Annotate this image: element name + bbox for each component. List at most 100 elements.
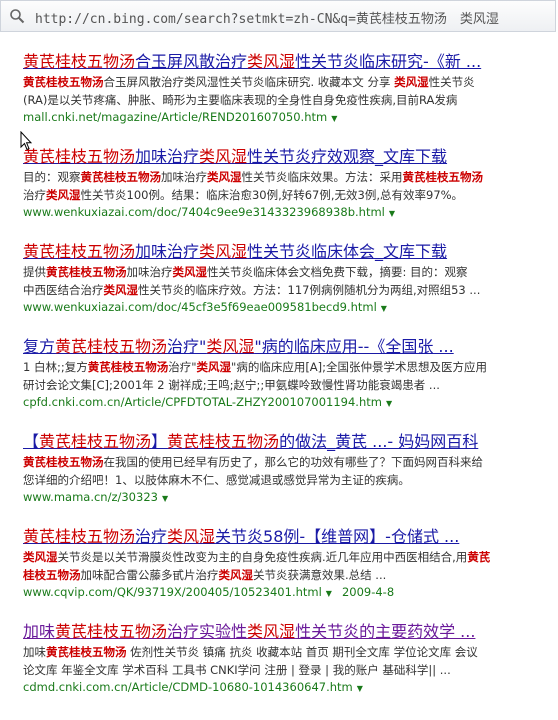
search-result: 加味黄芪桂枝五物汤治疗实验性类风湿性关节炎的主要药效学 ... 加味黄芪桂枝五物汤… bbox=[23, 621, 553, 697]
search-result: 黄芪桂枝五物汤加味治疗类风湿性关节炎疗效观察_文库下载 目的：观察黄芪桂枝五物汤加… bbox=[23, 146, 553, 222]
result-title: 黄芪桂枝五物汤合玉屏风散治疗类风湿性关节炎临床研究-《新 ... bbox=[23, 51, 535, 73]
result-title-link[interactable]: 加味黄芪桂枝五物汤治疗实验性类风湿性关节炎的主要药效学 ... bbox=[23, 622, 475, 641]
highlight-keyword: 类风湿 bbox=[103, 283, 139, 297]
result-snippet: 研讨会论文集[C];2001年 2 谢祥成;王鸣;赵宁;;甲氨蝶呤致慢性肾功能衰… bbox=[23, 377, 543, 394]
snippet-text: (RA)是以关节疼痛、肿胀、畸形为主要临床表现的全身性自身免疫性疾病,目前RA发… bbox=[23, 93, 458, 107]
highlight-keyword: 类风湿 bbox=[218, 568, 254, 582]
search-result: 复方黄芪桂枝五物汤治疗"类风湿"病的临床应用--《全国张 ... 1 白林;;复方… bbox=[23, 336, 553, 412]
result-title-link[interactable]: 复方黄芪桂枝五物汤治疗"类风湿"病的临床应用--《全国张 ... bbox=[23, 337, 454, 356]
dropdown-arrow-icon[interactable]: ▼ bbox=[326, 589, 332, 598]
dropdown-arrow-icon[interactable]: ▼ bbox=[331, 114, 337, 123]
snippet-text: "病的临床应用[A];全国张仲景学术思想及医方应用 bbox=[231, 360, 488, 374]
highlight-keyword: 黄芪桂枝五物汤 bbox=[23, 52, 136, 71]
snippet-text: 治疗" bbox=[168, 360, 197, 374]
title-text: 】 bbox=[151, 432, 168, 451]
result-title-link[interactable]: 黄芪桂枝五物汤合玉屏风散治疗类风湿性关节炎临床研究-《新 ... bbox=[23, 52, 481, 71]
snippet-text: 加味配合雷公藤多甙片治疗 bbox=[80, 568, 219, 582]
highlight-keyword: 类风湿 bbox=[172, 265, 208, 279]
title-text: 合玉屏风散治疗 bbox=[135, 52, 248, 71]
title-text: 治疗实验性 bbox=[167, 622, 248, 641]
result-snippet: 目的：观察黄芪桂枝五物汤加味治疗类风湿性关节炎临床效果。方法：采用黄芪桂枝五物汤 bbox=[23, 169, 543, 186]
result-title: 复方黄芪桂枝五物汤治疗"类风湿"病的临床应用--《全国张 ... bbox=[23, 336, 535, 358]
result-snippet: 中西医结合治疗类风湿性关节炎的临床疗效。方法：117例病例随机分为两组,对照组5… bbox=[23, 282, 543, 299]
mouse-cursor-icon bbox=[20, 131, 32, 151]
search-result: 黄芪桂枝五物汤加味治疗类风湿性关节炎临床体会_文库下载 提供黄芪桂枝五物汤加味治疗… bbox=[23, 241, 553, 317]
result-title-link[interactable]: 【黄芪桂枝五物汤】黄芪桂枝五物汤的做法_黄芪 ...- 妈妈网百科 bbox=[23, 432, 478, 451]
title-text: 性关节炎疗效观察_文库下载 bbox=[247, 147, 448, 166]
result-title: 【黄芪桂枝五物汤】黄芪桂枝五物汤的做法_黄芪 ...- 妈妈网百科 bbox=[23, 431, 535, 453]
highlight-keyword: 黄芪桂枝五物汤 bbox=[55, 337, 168, 356]
result-url-row: www.wenkuxiazai.com/doc/45cf3e5f69eae009… bbox=[23, 299, 553, 317]
highlight-keyword: 类风湿 bbox=[199, 242, 248, 261]
highlight-keyword: 类风湿 bbox=[196, 360, 232, 374]
snippet-text: 加味治疗 bbox=[126, 265, 173, 279]
title-text: 关节炎58例-【维普网】-仓储式 ... bbox=[215, 527, 460, 546]
result-url[interactable]: www.cqvip.com/QK/93719X/200405/10523401.… bbox=[23, 585, 322, 599]
dropdown-arrow-icon[interactable]: ▼ bbox=[389, 209, 395, 218]
result-date: 2009-4-8 bbox=[341, 585, 395, 599]
title-text: 性关节炎临床体会_文库下载 bbox=[247, 242, 448, 261]
title-text: 复方 bbox=[23, 337, 56, 356]
highlight-keyword: 黄芪桂枝五物汤 bbox=[23, 527, 136, 546]
highlight-keyword: 黄芪桂枝五物汤 bbox=[87, 360, 169, 374]
highlight-keyword: 黄芪桂枝五物汤 bbox=[55, 622, 168, 641]
snippet-text: 性关节炎临床体会文档免费下载，摘要: 目的：观察 bbox=[207, 265, 468, 279]
result-url[interactable]: cpfd.cnki.com.cn/Article/CPFDTOTAL-ZHZY2… bbox=[23, 395, 382, 409]
result-title-link[interactable]: 黄芪桂枝五物汤加味治疗类风湿性关节炎疗效观察_文库下载 bbox=[23, 147, 447, 166]
snippet-text: 目的：观察 bbox=[23, 170, 81, 184]
snippet-text: 性关节炎的临床疗效。方法：117例病例随机分为两组,对照组53 ... bbox=[138, 283, 481, 297]
snippet-text: 提供 bbox=[23, 265, 46, 279]
result-snippet: (RA)是以关节疼痛、肿胀、畸形为主要临床表现的全身性自身免疫性疾病,目前RA发… bbox=[23, 92, 543, 109]
result-snippet: 您详细的介绍吧！1、以肢体麻木不仁、感觉减退或感觉异常为主证的疾病。 bbox=[23, 472, 543, 489]
highlight-keyword: 类风湿 bbox=[23, 550, 58, 564]
dropdown-arrow-icon[interactable]: ▼ bbox=[162, 494, 168, 503]
title-text: 的做法_黄芪 ...- 妈妈网百科 bbox=[279, 432, 479, 451]
result-url[interactable]: www.wenkuxiazai.com/doc/7404c9ee9e314332… bbox=[23, 205, 385, 219]
highlight-keyword: 类风湿 bbox=[206, 337, 255, 356]
result-title: 加味黄芪桂枝五物汤治疗实验性类风湿性关节炎的主要药效学 ... bbox=[23, 621, 535, 643]
highlight-keyword: 桂枝五物汤 bbox=[23, 568, 81, 582]
highlight-keyword: 黄芪桂枝五物汤 bbox=[23, 455, 104, 469]
title-text: 加味治疗 bbox=[135, 242, 200, 261]
highlight-keyword: 黄芪桂枝五物汤 bbox=[402, 170, 484, 184]
snippet-text: 关节炎获满意效果.总结 ... bbox=[253, 568, 387, 582]
result-snippet: 类风湿关节炎是以关节滑膜炎性改变为主的自身免疫性疾病.近几年应用中西医相结合,用… bbox=[23, 549, 543, 566]
highlight-keyword: 类风湿 bbox=[199, 147, 248, 166]
title-text: 加味 bbox=[23, 622, 56, 641]
highlight-keyword: 类风湿 bbox=[247, 52, 296, 71]
snippet-text: 中西医结合治疗 bbox=[23, 283, 104, 297]
snippet-text: 关节炎是以关节滑膜炎性改变为主的自身免疫性疾病.近几年应用中西医相结合,用 bbox=[57, 550, 468, 564]
result-url[interactable]: www.mama.cn/z/30323 bbox=[23, 490, 158, 504]
highlight-keyword: 类风湿 bbox=[247, 622, 296, 641]
search-results: 黄芪桂枝五物汤合玉屏风散治疗类风湿性关节炎临床研究-《新 ... 黄芪桂枝五物汤合… bbox=[23, 51, 553, 716]
result-url[interactable]: mall.cnki.net/magazine/Article/REND20160… bbox=[23, 110, 327, 124]
result-url[interactable]: cdmd.cnki.com.cn/Article/CDMD-10680-1014… bbox=[23, 680, 353, 694]
highlight-keyword: 类风湿 bbox=[46, 188, 81, 202]
search-result: 黄芪桂枝五物汤合玉屏风散治疗类风湿性关节炎临床研究-《新 ... 黄芪桂枝五物汤合… bbox=[23, 51, 553, 127]
snippet-text: 性关节炎临床效果。方法：采用 bbox=[241, 170, 403, 184]
highlight-keyword: 黄芪桂枝五物汤 bbox=[23, 75, 104, 89]
result-title: 黄芪桂枝五物汤加味治疗类风湿性关节炎疗效观察_文库下载 bbox=[23, 146, 535, 168]
title-text: 【 bbox=[23, 432, 40, 451]
result-snippet: 1 白林;;复方黄芪桂枝五物汤治疗"类风湿"病的临床应用[A];全国张仲景学术思… bbox=[23, 359, 543, 376]
highlight-keyword: 黄芪桂枝五物汤 bbox=[23, 147, 136, 166]
result-url-row: www.wenkuxiazai.com/doc/7404c9ee9e314332… bbox=[23, 204, 553, 222]
result-url[interactable]: www.wenkuxiazai.com/doc/45cf3e5f69eae009… bbox=[23, 300, 377, 314]
result-url-row: cpfd.cnki.com.cn/Article/CPFDTOTAL-ZHZY2… bbox=[23, 394, 553, 412]
dropdown-arrow-icon[interactable]: ▼ bbox=[357, 684, 363, 693]
result-title-link[interactable]: 黄芪桂枝五物汤治疗类风湿关节炎58例-【维普网】-仓储式 ... bbox=[23, 527, 459, 546]
dropdown-arrow-icon[interactable]: ▼ bbox=[381, 304, 387, 313]
result-title-link[interactable]: 黄芪桂枝五物汤加味治疗类风湿性关节炎临床体会_文库下载 bbox=[23, 242, 447, 261]
highlight-keyword: 黄芪桂枝五物汤 bbox=[23, 242, 136, 261]
snippet-text: 性关节炎 bbox=[428, 75, 475, 89]
title-text: 性关节炎临床研究-《新 ... bbox=[295, 52, 482, 71]
address-url[interactable]: http://cn.bing.com/search?setmkt=zh-CN&q… bbox=[35, 8, 499, 27]
highlight-keyword: 类风湿 bbox=[394, 75, 429, 89]
highlight-keyword: 黄芪 bbox=[467, 550, 491, 564]
title-text: 性关节炎的主要药效学 ... bbox=[295, 622, 476, 641]
result-url-row: mall.cnki.net/magazine/Article/REND20160… bbox=[23, 109, 553, 127]
dropdown-arrow-icon[interactable]: ▼ bbox=[386, 399, 392, 408]
result-url-row: cdmd.cnki.com.cn/Article/CDMD-10680-1014… bbox=[23, 679, 553, 697]
address-bar[interactable]: http://cn.bing.com/search?setmkt=zh-CN&q… bbox=[0, 0, 556, 32]
snippet-text: 论文库 年鉴全文库 学术百科 工具书 CNKI学问 注册 | 登录 | 我的账户… bbox=[23, 663, 451, 677]
